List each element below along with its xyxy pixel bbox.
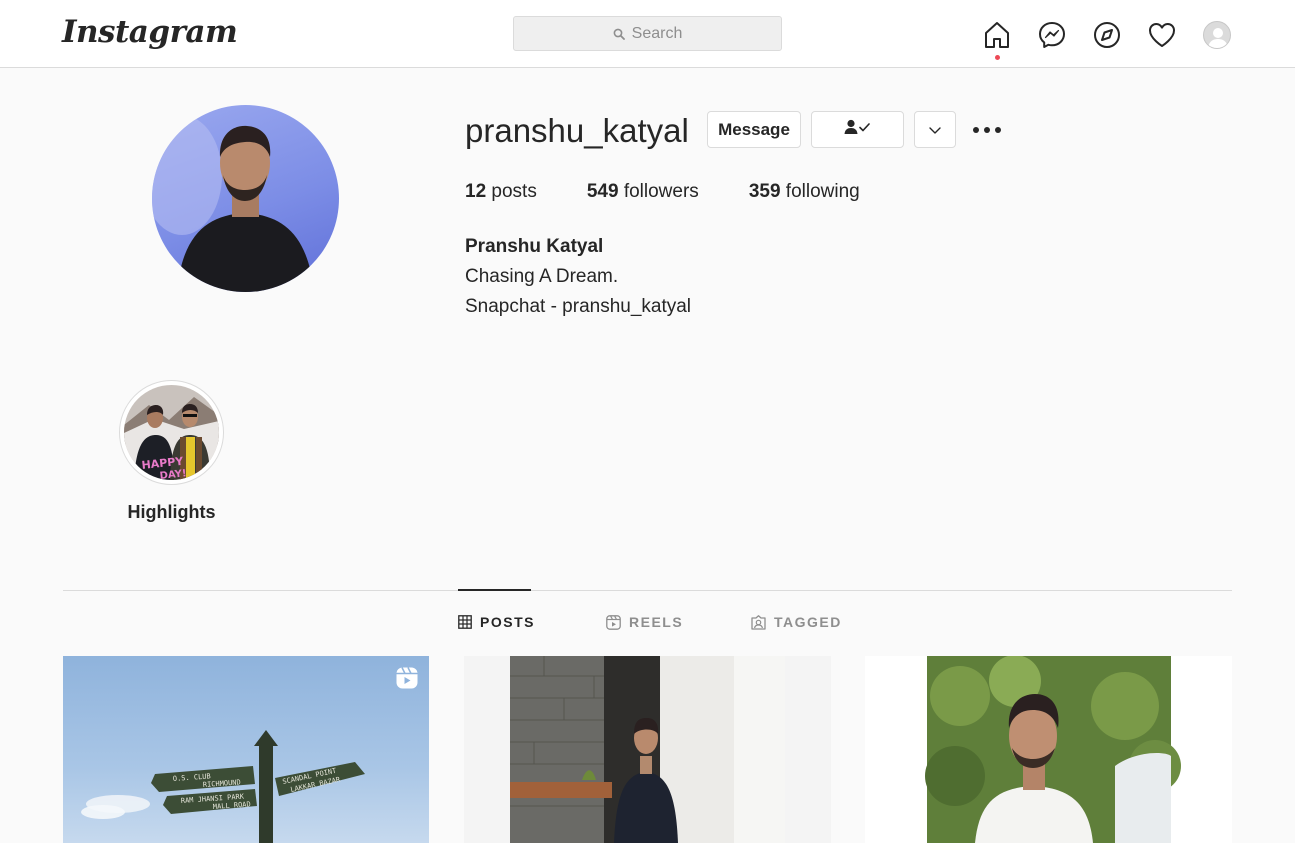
profile-full-name: Pranshu Katyal: [465, 236, 604, 257]
tab-reels[interactable]: REELS: [606, 614, 683, 630]
post-thumbnail[interactable]: [865, 656, 1232, 843]
more-options-icon[interactable]: [970, 115, 1004, 145]
tabs-divider: [63, 590, 1232, 591]
profile-avatar-button[interactable]: [1200, 18, 1234, 52]
followers-count[interactable]: 549 followers: [587, 181, 699, 203]
tab-posts[interactable]: POSTS: [458, 614, 535, 630]
following-icon: [843, 119, 873, 140]
profile-stats: 12 posts 549 followers 359 following: [465, 181, 910, 203]
top-nav-bar: Instagram Search: [0, 0, 1295, 68]
home-icon[interactable]: [980, 18, 1014, 60]
bio-line: Snapchat - pranshu_katyal: [465, 296, 692, 317]
posts-count: 12 posts: [465, 181, 537, 202]
tab-posts-label: POSTS: [480, 614, 535, 630]
svg-text:DAY!: DAY!: [159, 468, 187, 480]
tagged-icon: [751, 614, 766, 630]
following-button[interactable]: [811, 111, 904, 148]
profile-picture[interactable]: [152, 105, 339, 292]
bio-line: Chasing A Dream.: [465, 266, 619, 287]
tab-tagged[interactable]: TAGGED: [751, 614, 842, 630]
tab-reels-label: REELS: [629, 614, 684, 630]
profile-username: pranshu_katyal: [465, 112, 689, 149]
reels-icon: [606, 614, 621, 630]
suggested-dropdown-button[interactable]: [914, 111, 956, 148]
profile-bio: Pranshu Katyal Chasing A Dream. Snapchat…: [465, 232, 691, 322]
story-highlight[interactable]: HAPPY DAY!: [119, 380, 224, 485]
svg-text:RICHMOUND: RICHMOUND: [203, 778, 241, 789]
post-thumbnail[interactable]: [464, 656, 831, 843]
activity-heart-icon[interactable]: [1145, 18, 1179, 52]
highlight-label: Highlights: [127, 502, 216, 522]
nav-icon-group: [980, 18, 1235, 60]
explore-icon[interactable]: [1090, 18, 1124, 52]
messenger-icon[interactable]: [1035, 18, 1069, 52]
notification-dot: [995, 55, 1000, 60]
avatar: [1203, 21, 1231, 49]
post-thumbnail[interactable]: O.S. CLUB RICHMOUND RAM JHANSI PARK MALL…: [63, 656, 429, 843]
chevron-down-icon: [928, 120, 942, 140]
reel-badge-icon: [395, 666, 419, 695]
search-placeholder: Search: [631, 24, 683, 42]
svg-text:MALL ROAD: MALL ROAD: [213, 800, 251, 811]
highlight-cover: HAPPY DAY!: [124, 385, 219, 480]
tab-tagged-label: TAGGED: [774, 614, 842, 630]
active-tab-indicator: [458, 589, 531, 591]
grid-icon: [458, 615, 472, 629]
message-button[interactable]: Message: [707, 111, 801, 148]
search-input[interactable]: Search: [513, 16, 782, 51]
following-count[interactable]: 359 following: [749, 181, 860, 203]
search-icon: [613, 28, 625, 40]
instagram-logo[interactable]: Instagram: [62, 14, 238, 50]
